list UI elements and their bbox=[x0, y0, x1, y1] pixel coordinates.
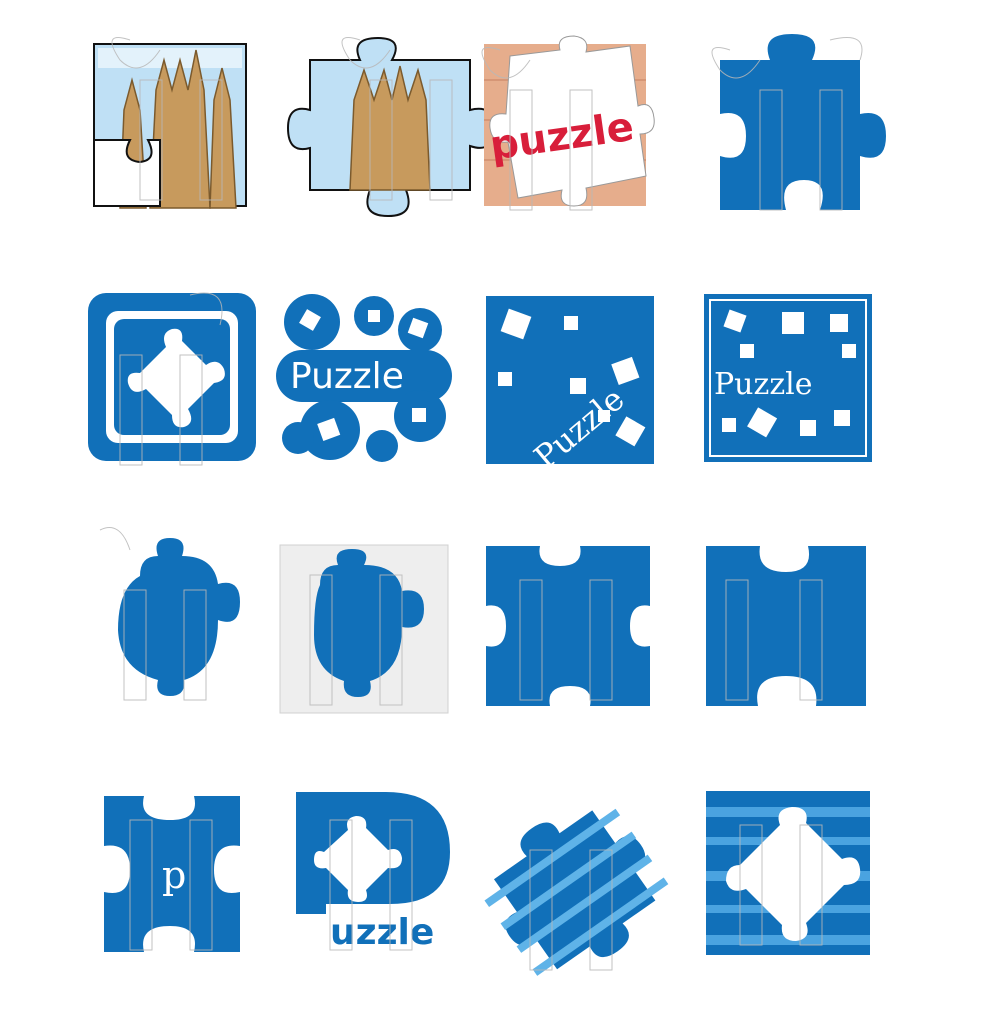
puzzle-word-framed: Puzzle bbox=[714, 367, 812, 402]
jigsaw-p-logo-icon: uzzle bbox=[290, 780, 510, 1000]
jigsaw-inset-piece-icon bbox=[270, 535, 490, 755]
jigsaw-h-shape-icon bbox=[700, 540, 920, 760]
icon-sheet: puzzle Puzzle Puzzle Puzzle p uzzle bbox=[0, 0, 1000, 1000]
jigsaw-blue-piece-icon bbox=[700, 30, 920, 250]
jigsaw-photo-piece-icon bbox=[280, 20, 500, 240]
puzzle-word-bubbles: Puzzle bbox=[290, 356, 404, 397]
jigsaw-rounded-frame-icon bbox=[80, 285, 300, 505]
jigsaw-photo-square-icon bbox=[60, 20, 280, 240]
jigsaw-wood-puzzle-icon: puzzle bbox=[470, 30, 690, 250]
jigsaw-bubbles-icon: Puzzle bbox=[270, 280, 490, 500]
letter-p: p bbox=[162, 853, 186, 897]
jigsaw-stripes-square-icon bbox=[700, 785, 920, 1005]
jigsaw-tilted-stripes-icon bbox=[484, 790, 710, 1010]
jigsaw-cross-cutouts-icon bbox=[480, 540, 700, 760]
jigsaw-diagonal-text-icon: Puzzle bbox=[480, 290, 700, 510]
jigsaw-framed-text-icon: Puzzle bbox=[700, 290, 920, 510]
jigsaw-letter-p-icon: p bbox=[90, 780, 310, 1000]
uzzle-word: uzzle bbox=[330, 912, 434, 953]
